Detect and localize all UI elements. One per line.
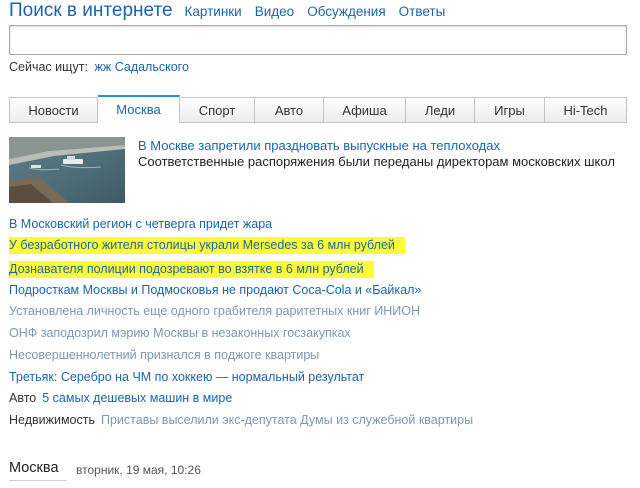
page-title: Поиск в интернете [9, 0, 173, 21]
news-link-visited[interactable]: Несовершеннолетний признался в поджоге к… [9, 347, 319, 364]
date-time: вторник, 19 мая, 10:26 [76, 463, 201, 477]
news-item-auto: Авто 5 самых дешевых машин в мире [9, 390, 232, 407]
trending-line: Сейчас ищут: жж Садальского [9, 60, 189, 74]
city-heading: Москва [9, 460, 59, 476]
news-link[interactable]: 5 самых дешевых машин в мире [42, 391, 232, 405]
tab-sport[interactable]: Спорт [180, 97, 255, 123]
link-video[interactable]: Видео [255, 4, 294, 19]
tab-auto[interactable]: Авто [255, 97, 324, 123]
search-header: Поиск в интернете Картинки Видео Обсужде… [9, 0, 458, 26]
trending-query-link[interactable]: жж Садальского [95, 60, 189, 74]
news-tabs: Новости Москва Спорт Авто Афиша Леди Игр… [9, 95, 627, 123]
news-link-visited[interactable]: ОНФ заподозрил мэрию Москвы в незаконных… [9, 325, 351, 342]
tab-moscow[interactable]: Москва [98, 95, 180, 123]
news-link[interactable]: Подросткам Москвы и Подмосковья не прода… [9, 282, 421, 299]
trending-label: Сейчас ищут: [9, 60, 89, 74]
news-link[interactable]: Третьяк: Серебро на ЧМ по хоккею — норма… [9, 369, 364, 386]
news-category: Недвижимость [9, 413, 95, 427]
link-discussions[interactable]: Обсуждения [307, 4, 385, 19]
tab-lady[interactable]: Леди [406, 97, 475, 123]
news-link-highlighted[interactable]: У безработного жителя столицы украли Mer… [9, 237, 405, 254]
news-link-highlighted[interactable]: Дознавателя полиции подозревают во взятк… [9, 261, 374, 278]
news-category: Авто [9, 391, 37, 405]
lead-story-title[interactable]: В Москве запретили праздновать выпускные… [138, 138, 500, 153]
news-link-visited[interactable]: Установлена личность еще одного грабител… [9, 303, 420, 320]
tab-news[interactable]: Новости [9, 97, 98, 123]
news-link-visited[interactable]: Приставы выселили экс-депутата Думы из с… [101, 413, 473, 427]
news-photo[interactable] [9, 137, 125, 203]
link-answers[interactable]: Ответы [399, 4, 446, 19]
tab-afisha[interactable]: Афиша [324, 97, 406, 123]
city-heading-underline [9, 480, 67, 481]
link-images[interactable]: Картинки [185, 4, 242, 19]
news-link[interactable]: В Московский регион с четверга придет жа… [9, 216, 272, 233]
tab-games[interactable]: Игры [475, 97, 545, 123]
news-item-realty: Недвижимость Приставы выселили экс-депута… [9, 412, 473, 429]
tab-hitech[interactable]: Hi-Tech [545, 97, 627, 123]
search-input[interactable] [9, 25, 627, 55]
lead-story-description: Соответственные распоряжения были переда… [138, 154, 615, 169]
